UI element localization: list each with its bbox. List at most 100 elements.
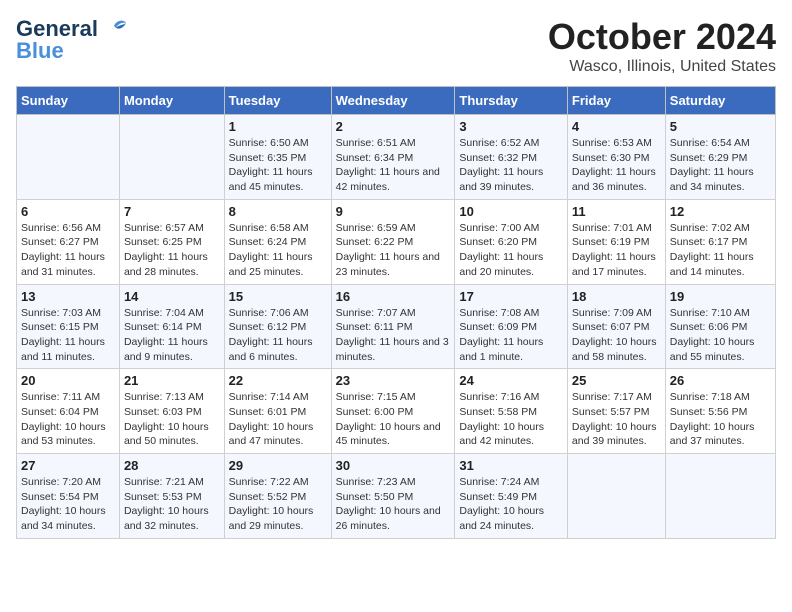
day-info: Sunrise: 7:09 AM Sunset: 6:07 PM Dayligh…	[572, 306, 661, 365]
calendar-cell: 8Sunrise: 6:58 AM Sunset: 6:24 PM Daylig…	[224, 199, 331, 284]
calendar-week-row: 13 Sunrise: 7:03 AM Sunset: 6:15 PM Dayli…	[17, 284, 776, 369]
page-subtitle: Wasco, Illinois, United States	[548, 58, 776, 76]
calendar-cell: 12 Sunrise: 7:02 AM Sunset: 6:17 PM Dayli…	[665, 199, 775, 284]
calendar-cell: 14 Sunrise: 7:04 AM Sunset: 6:14 PM Dayli…	[119, 284, 224, 369]
calendar-cell	[665, 454, 775, 539]
calendar-cell: 30Sunrise: 7:23 AM Sunset: 5:50 PM Dayli…	[331, 454, 455, 539]
calendar-cell: 24 Sunrise: 7:16 AM Sunset: 5:58 PM Dayli…	[455, 369, 568, 454]
day-number: 24	[459, 373, 563, 388]
calendar-week-row: 20 Sunrise: 7:11 AM Sunset: 6:04 PM Dayli…	[17, 369, 776, 454]
day-info: Sunrise: 6:50 AM Sunset: 6:35 PM Dayligh…	[229, 136, 327, 195]
day-info: Sunrise: 6:57 AM Sunset: 6:25 PM Dayligh…	[124, 221, 220, 280]
day-info: Sunrise: 7:16 AM Sunset: 5:58 PM Dayligh…	[459, 390, 563, 449]
day-info: Sunrise: 7:17 AM Sunset: 5:57 PM Dayligh…	[572, 390, 661, 449]
day-number: 19	[670, 289, 771, 304]
calendar-cell: 1 Sunrise: 6:50 AM Sunset: 6:35 PM Daylig…	[224, 115, 331, 200]
day-info: Sunrise: 7:24 AM Sunset: 5:49 PM Dayligh…	[459, 475, 563, 534]
calendar-cell	[567, 454, 665, 539]
day-info: Sunrise: 7:20 AM Sunset: 5:54 PM Dayligh…	[21, 475, 115, 534]
day-number: 6	[21, 204, 115, 219]
day-number: 15	[229, 289, 327, 304]
calendar-cell: 25 Sunrise: 7:17 AM Sunset: 5:57 PM Dayli…	[567, 369, 665, 454]
calendar-header-row: SundayMondayTuesdayWednesdayThursdayFrid…	[17, 87, 776, 115]
calendar-cell: 7 Sunrise: 6:57 AM Sunset: 6:25 PM Daylig…	[119, 199, 224, 284]
calendar-cell: 6 Sunrise: 6:56 AM Sunset: 6:27 PM Daylig…	[17, 199, 120, 284]
day-number: 29	[229, 458, 327, 473]
day-info: Sunrise: 7:14 AM Sunset: 6:01 PM Dayligh…	[229, 390, 327, 449]
calendar-cell: 23 Sunrise: 7:15 AM Sunset: 6:00 PM Dayli…	[331, 369, 455, 454]
day-number: 4	[572, 119, 661, 134]
logo: General Blue	[16, 16, 128, 64]
page-title: October 2024	[548, 16, 776, 58]
day-number: 14	[124, 289, 220, 304]
day-info: Sunrise: 7:21 AM Sunset: 5:53 PM Dayligh…	[124, 475, 220, 534]
calendar-cell: 15 Sunrise: 7:06 AM Sunset: 6:12 PM Dayli…	[224, 284, 331, 369]
day-number: 17	[459, 289, 563, 304]
calendar-cell: 3 Sunrise: 6:52 AM Sunset: 6:32 PM Daylig…	[455, 115, 568, 200]
day-info: Sunrise: 7:10 AM Sunset: 6:06 PM Dayligh…	[670, 306, 771, 365]
day-number: 23	[336, 373, 451, 388]
day-info: Sunrise: 7:07 AM Sunset: 6:11 PM Dayligh…	[336, 306, 451, 365]
header-wednesday: Wednesday	[331, 87, 455, 115]
day-info: Sunrise: 6:53 AM Sunset: 6:30 PM Dayligh…	[572, 136, 661, 195]
day-info: Sunrise: 6:59 AM Sunset: 6:22 PM Dayligh…	[336, 221, 451, 280]
day-number: 1	[229, 119, 327, 134]
calendar-cell: 9Sunrise: 6:59 AM Sunset: 6:22 PM Daylig…	[331, 199, 455, 284]
day-info: Sunrise: 7:08 AM Sunset: 6:09 PM Dayligh…	[459, 306, 563, 365]
day-number: 10	[459, 204, 563, 219]
logo-bird-icon	[100, 18, 128, 40]
day-number: 7	[124, 204, 220, 219]
day-number: 27	[21, 458, 115, 473]
calendar-cell: 5Sunrise: 6:54 AM Sunset: 6:29 PM Daylig…	[665, 115, 775, 200]
day-info: Sunrise: 7:02 AM Sunset: 6:17 PM Dayligh…	[670, 221, 771, 280]
day-number: 25	[572, 373, 661, 388]
logo-blue-text: Blue	[16, 38, 64, 64]
calendar-cell: 27 Sunrise: 7:20 AM Sunset: 5:54 PM Dayli…	[17, 454, 120, 539]
header-friday: Friday	[567, 87, 665, 115]
calendar-cell: 18 Sunrise: 7:09 AM Sunset: 6:07 PM Dayli…	[567, 284, 665, 369]
day-info: Sunrise: 7:18 AM Sunset: 5:56 PM Dayligh…	[670, 390, 771, 449]
calendar-cell: 10Sunrise: 7:00 AM Sunset: 6:20 PM Dayli…	[455, 199, 568, 284]
calendar-cell: 4 Sunrise: 6:53 AM Sunset: 6:30 PM Daylig…	[567, 115, 665, 200]
title-block: October 2024 Wasco, Illinois, United Sta…	[548, 16, 776, 76]
day-info: Sunrise: 7:06 AM Sunset: 6:12 PM Dayligh…	[229, 306, 327, 365]
day-number: 18	[572, 289, 661, 304]
calendar-cell: 31 Sunrise: 7:24 AM Sunset: 5:49 PM Dayli…	[455, 454, 568, 539]
day-number: 2	[336, 119, 451, 134]
day-info: Sunrise: 7:04 AM Sunset: 6:14 PM Dayligh…	[124, 306, 220, 365]
day-number: 20	[21, 373, 115, 388]
calendar-week-row: 6 Sunrise: 6:56 AM Sunset: 6:27 PM Daylig…	[17, 199, 776, 284]
day-number: 13	[21, 289, 115, 304]
header-monday: Monday	[119, 87, 224, 115]
day-info: Sunrise: 6:52 AM Sunset: 6:32 PM Dayligh…	[459, 136, 563, 195]
calendar-table: SundayMondayTuesdayWednesdayThursdayFrid…	[16, 86, 776, 539]
day-number: 28	[124, 458, 220, 473]
day-number: 31	[459, 458, 563, 473]
header-sunday: Sunday	[17, 87, 120, 115]
day-number: 8	[229, 204, 327, 219]
day-info: Sunrise: 7:01 AM Sunset: 6:19 PM Dayligh…	[572, 221, 661, 280]
day-info: Sunrise: 6:56 AM Sunset: 6:27 PM Dayligh…	[21, 221, 115, 280]
calendar-cell: 26 Sunrise: 7:18 AM Sunset: 5:56 PM Dayli…	[665, 369, 775, 454]
day-info: Sunrise: 7:13 AM Sunset: 6:03 PM Dayligh…	[124, 390, 220, 449]
day-number: 3	[459, 119, 563, 134]
day-number: 26	[670, 373, 771, 388]
day-info: Sunrise: 7:03 AM Sunset: 6:15 PM Dayligh…	[21, 306, 115, 365]
calendar-cell: 11 Sunrise: 7:01 AM Sunset: 6:19 PM Dayli…	[567, 199, 665, 284]
day-number: 22	[229, 373, 327, 388]
calendar-cell: 19 Sunrise: 7:10 AM Sunset: 6:06 PM Dayli…	[665, 284, 775, 369]
day-number: 11	[572, 204, 661, 219]
header-thursday: Thursday	[455, 87, 568, 115]
day-number: 21	[124, 373, 220, 388]
header-tuesday: Tuesday	[224, 87, 331, 115]
calendar-cell: 28 Sunrise: 7:21 AM Sunset: 5:53 PM Dayli…	[119, 454, 224, 539]
day-info: Sunrise: 7:11 AM Sunset: 6:04 PM Dayligh…	[21, 390, 115, 449]
day-info: Sunrise: 7:15 AM Sunset: 6:00 PM Dayligh…	[336, 390, 451, 449]
calendar-cell: 17 Sunrise: 7:08 AM Sunset: 6:09 PM Dayli…	[455, 284, 568, 369]
day-info: Sunrise: 7:23 AM Sunset: 5:50 PM Dayligh…	[336, 475, 451, 534]
day-number: 12	[670, 204, 771, 219]
calendar-cell: 21 Sunrise: 7:13 AM Sunset: 6:03 PM Dayli…	[119, 369, 224, 454]
calendar-week-row: 1 Sunrise: 6:50 AM Sunset: 6:35 PM Daylig…	[17, 115, 776, 200]
calendar-cell: 13 Sunrise: 7:03 AM Sunset: 6:15 PM Dayli…	[17, 284, 120, 369]
calendar-cell	[119, 115, 224, 200]
